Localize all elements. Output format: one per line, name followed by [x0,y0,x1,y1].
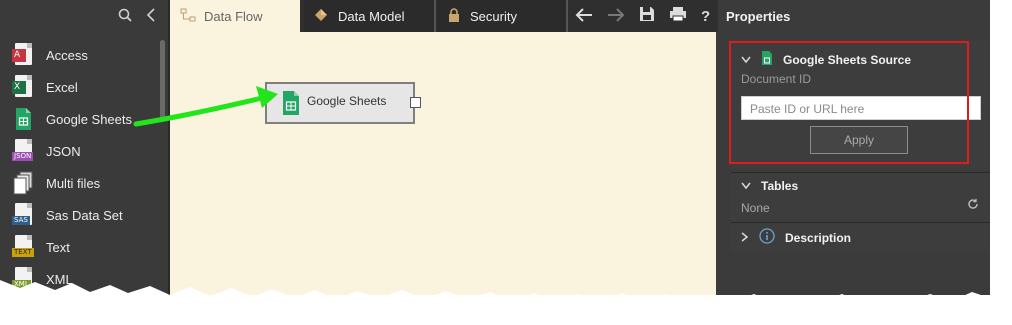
source-item-text[interactable]: TEXT Text [0,232,160,262]
lock-icon [448,7,460,25]
tab-data-model[interactable]: Data Model [304,0,434,32]
tables-title: Tables [761,179,799,193]
properties-title: Properties [726,9,791,24]
save-icon[interactable] [639,6,655,27]
info-icon [759,228,775,247]
undo-arrow-icon[interactable] [575,6,593,27]
torn-edge-right [990,0,1012,300]
node-label: Google Sheets [307,94,387,108]
description-section: Description [731,222,990,251]
sas-icon: SAS [12,203,36,227]
print-icon[interactable] [669,6,687,27]
source-label: Sas Data Set [46,207,123,223]
app-window: A Access X Excel Google Sheets JSON JSON… [0,0,990,295]
tables-section: Tables None [731,172,990,221]
highlight-box [729,41,969,164]
description-section-header[interactable]: Description [741,228,851,247]
tab-security[interactable]: Security [436,0,566,32]
json-icon: JSON [12,139,36,163]
source-label: Multi files [46,175,101,191]
redo-arrow-icon[interactable] [607,6,625,27]
chevron-down-icon [741,179,751,193]
text-icon: TEXT [12,235,36,259]
description-title: Description [785,230,852,245]
chevron-right-icon [741,231,749,245]
help-icon[interactable]: ? [701,8,710,25]
source-item-multi-files[interactable]: Multi files [0,168,160,198]
source-item-sas-data-set[interactable]: SAS Sas Data Set [0,200,160,230]
torn-edge [0,280,990,325]
tables-value: None [741,201,770,215]
source-label: JSON [46,143,81,159]
properties-panel: Properties Google Sheets Source Document… [718,0,990,295]
data-model-icon [314,8,328,25]
node-output-port[interactable] [410,97,421,108]
tab-label: Data Model [338,8,405,24]
annotation-arrow [133,86,278,127]
tab-label: Security [470,8,517,24]
multi-files-icon [12,171,36,195]
toolbar: ? [575,0,710,32]
source-item-json[interactable]: JSON JSON [0,136,160,166]
source-label: Text [46,239,70,255]
tables-section-header[interactable]: Tables [741,179,798,193]
